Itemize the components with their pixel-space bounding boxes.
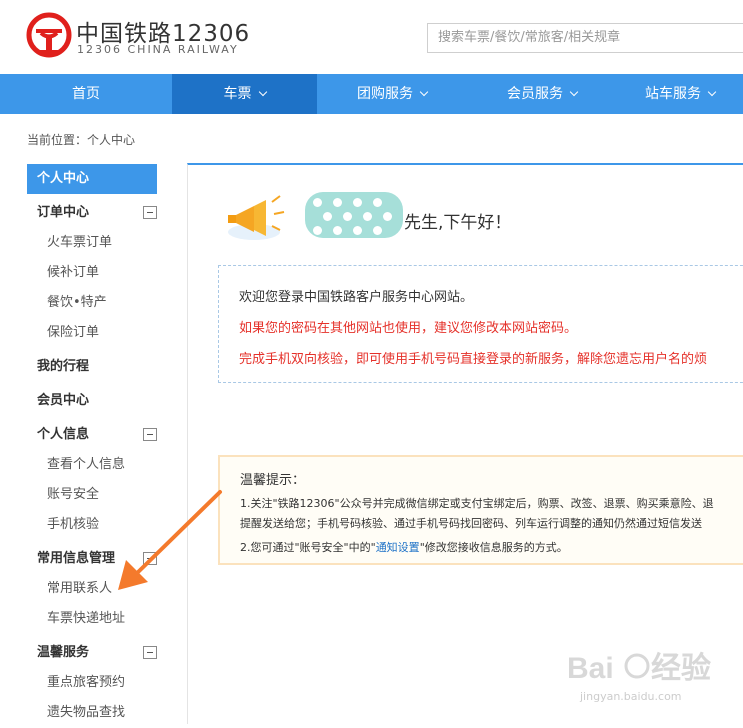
sidebar-title[interactable]: 个人中心 (27, 164, 157, 194)
sidebar-item-waitlist-orders[interactable]: 候补订单 (27, 258, 157, 288)
tips-box: 温馨提示： 1.关注"铁路12306"公众号并完成微信绑定或支付宝绑定后，购票、… (218, 455, 743, 565)
nav-tickets-label: 车票 (223, 86, 252, 102)
chevron-down-icon (419, 87, 429, 97)
tip-text: "修改您接收信息服务的方式。 (419, 541, 568, 554)
chevron-down-icon (569, 87, 579, 97)
watermark-url: jingyan.baidu.com (580, 690, 682, 703)
nav-station-service[interactable]: 站车服务 (617, 74, 743, 114)
collapse-icon[interactable] (143, 428, 157, 441)
megaphone-icon (228, 195, 285, 240)
nav-member-service[interactable]: 会员服务 (467, 74, 617, 114)
collapse-icon[interactable] (143, 646, 157, 659)
svg-text:经验: 经验 (651, 651, 711, 685)
welcome-line: 欢迎您登录中国铁路客户服务中心网站。 (239, 290, 474, 305)
sidebar-group-personal-info[interactable]: 个人信息 (27, 420, 157, 450)
sidebar-item-view-info[interactable]: 查看个人信息 (27, 450, 157, 480)
tips-title: 温馨提示： (240, 473, 306, 488)
chevron-down-icon (707, 87, 717, 97)
sidebar-item-train-orders[interactable]: 火车票订单 (27, 228, 157, 258)
sidebar-group-label: 温馨服务 (37, 645, 90, 660)
main-nav: 首页 车票 团购服务 会员服务 站车服务 (0, 74, 743, 114)
chevron-down-icon (258, 87, 267, 97)
sidebar-group-label: 个人信息 (37, 427, 90, 442)
svg-text:Bai: Bai (567, 652, 614, 685)
welcome-notice: 欢迎您登录中国铁路客户服务中心网站。 如果您的密码在其他网站也使用，建议您修改本… (218, 265, 743, 383)
greeting-text: 先生,下午好！ (404, 213, 512, 233)
sidebar-item-delivery-address[interactable]: 车票快递地址 (27, 604, 157, 634)
sidebar-item-catering[interactable]: 餐饮•特产 (27, 288, 157, 318)
brand-name-en: 12306 CHINA RAILWAY (77, 43, 239, 56)
sidebar-group-orders[interactable]: 订单中心 (27, 198, 157, 228)
collapse-icon[interactable] (143, 206, 157, 219)
nav-member-label: 会员服务 (507, 86, 563, 102)
notification-settings-link[interactable]: 通知设置 (376, 541, 420, 554)
nav-tickets[interactable]: 车票 (172, 74, 317, 114)
tip-line: 2.您可通过"账号安全"中的"通知设置"修改您接收信息服务的方式。 (240, 539, 568, 555)
site-header: 中国铁路12306 12306 CHINA RAILWAY 搜索车票/餐饮/常旅… (0, 0, 743, 74)
password-warning: 如果您的密码在其他网站也使用，建议您修改本网站密码。 (239, 321, 578, 336)
sidebar-group-label: 订单中心 (37, 205, 90, 220)
tip-line: 提醒发送给您；手机号码核验、通过手机号码找回密码、列车运行调整的通知仍然通过短信… (240, 517, 702, 530)
sidebar: 个人中心 订单中心 火车票订单 候补订单 餐饮•特产 保险订单 我的行程 会员中… (27, 164, 157, 728)
phone-verify-notice: 完成手机双向核验，即可使用手机号码直接登录的新服务，解除您遗忘用户名的烦 (239, 352, 708, 367)
search-input[interactable]: 搜索车票/餐饮/常旅客/相关规章 (427, 23, 743, 53)
nav-home-label: 首页 (72, 86, 100, 102)
nav-group-label: 团购服务 (357, 86, 413, 102)
masked-username (305, 192, 403, 238)
sidebar-item-member-center[interactable]: 会员中心 (27, 386, 157, 416)
railway-logo-icon[interactable] (26, 12, 72, 58)
nav-home[interactable]: 首页 (0, 74, 172, 114)
breadcrumb: 当前位置：个人中心 (27, 133, 136, 147)
sidebar-item-insurance[interactable]: 保险订单 (27, 318, 157, 348)
sidebar-item-my-trips[interactable]: 我的行程 (27, 352, 157, 382)
nav-group-service[interactable]: 团购服务 (317, 74, 467, 114)
sidebar-item-priority-passenger[interactable]: 重点旅客预约 (27, 668, 157, 698)
tip-text: 2.您可通过"账号安全"中的" (240, 541, 376, 554)
sidebar-group-tips-service[interactable]: 温馨服务 (27, 638, 157, 668)
pointer-arrow-icon (118, 490, 222, 590)
tip-line: 1.关注"铁路12306"公众号并完成微信绑定或支付宝绑定后，购票、改签、退票、… (240, 497, 714, 510)
nav-station-label: 站车服务 (645, 86, 701, 102)
